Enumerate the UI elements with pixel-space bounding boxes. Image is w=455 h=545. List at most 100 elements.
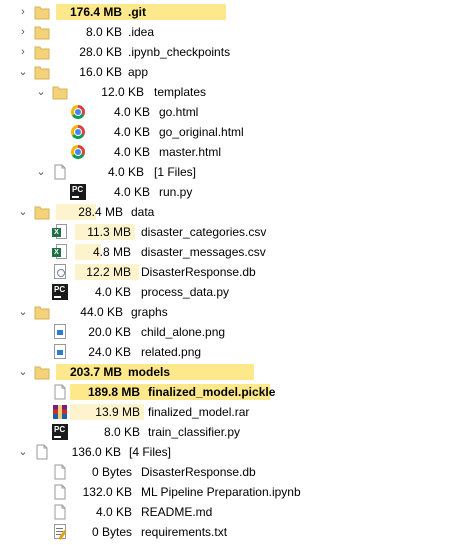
item-name: related.png: [141, 345, 202, 359]
item-name: app: [128, 65, 149, 79]
tree-row-idea[interactable]: › 8.0 KB .idea: [0, 22, 455, 42]
chrome-html-icon: [71, 145, 85, 159]
tree-row-run-py[interactable]: PC 4.0 KB run.py: [0, 182, 455, 202]
chevron-right-icon[interactable]: ›: [17, 45, 29, 59]
item-name: finalized_model.pickle: [148, 385, 276, 399]
size-label: 24.0 KB: [88, 345, 131, 359]
size-label: 16.0 KB: [79, 65, 122, 79]
size-label: 44.0 KB: [80, 305, 123, 319]
item-name: go_original.html: [159, 125, 244, 139]
generic-file-icon: [52, 384, 68, 400]
files-group-icon: [52, 164, 68, 180]
chevron-down-icon[interactable]: ⌄: [17, 205, 29, 219]
item-name: DisasterResponse.db: [141, 465, 256, 479]
item-name: process_data.py: [141, 285, 230, 299]
tree-row-requirements-txt[interactable]: 0 Bytes requirements.txt: [0, 522, 455, 542]
tree-row-app[interactable]: ⌄ 16.0 KB app: [0, 62, 455, 82]
generic-file-icon: [52, 484, 68, 500]
generic-file-icon: [52, 464, 68, 480]
folder-icon: [34, 304, 50, 320]
item-name: disaster_messages.csv: [141, 245, 266, 259]
tree-row-go-html[interactable]: 4.0 KB go.html: [0, 102, 455, 122]
tree-row-graphs[interactable]: ⌄ 44.0 KB graphs: [0, 302, 455, 322]
tree-row-git[interactable]: › 176.4 MB .git: [0, 2, 455, 22]
size-label: 8.0 KB: [85, 25, 122, 39]
tree-row-disaster-response-db[interactable]: 12.2 MB DisasterResponse.db: [0, 262, 455, 282]
folder-icon: [34, 44, 50, 60]
tree-row-child-alone-png[interactable]: 20.0 KB child_alone.png: [0, 322, 455, 342]
tree-row-templates[interactable]: ⌄ 12.0 KB templates: [0, 82, 455, 102]
pycharm-icon: PC: [70, 184, 86, 200]
size-label: 8.0 KB: [103, 425, 140, 439]
size-label: 12.2 MB: [86, 265, 131, 279]
tree-row-data[interactable]: ⌄ 28.4 MB data: [0, 202, 455, 222]
chevron-down-icon[interactable]: ⌄: [35, 85, 47, 99]
folder-icon: [34, 4, 50, 20]
chrome-html-icon: [71, 125, 85, 139]
chevron-down-icon[interactable]: ⌄: [17, 445, 29, 459]
chrome-html-icon: [71, 105, 85, 119]
tree-row-ml-pipeline-notebook[interactable]: 132.0 KB ML Pipeline Preparation.ipynb: [0, 482, 455, 502]
item-name: graphs: [131, 305, 168, 319]
excel-csv-icon: X: [52, 224, 68, 240]
chevron-down-icon[interactable]: ⌄: [17, 365, 29, 379]
chevron-right-icon[interactable]: ›: [17, 25, 29, 39]
size-label: 4.0 KB: [95, 505, 132, 519]
item-name: [1 Files]: [154, 165, 197, 179]
tree-row-models[interactable]: ⌄ 203.7 MB models: [0, 362, 455, 382]
size-label: 11.3 MB: [87, 225, 131, 239]
tree-row-finalized-model-rar[interactable]: 13.9 MB finalized_model.rar: [0, 402, 455, 422]
tree-row-readme[interactable]: 4.0 KB README.md: [0, 502, 455, 522]
tree-row-files-group[interactable]: ⌄ 4.0 KB [1 Files]: [0, 162, 455, 182]
chevron-down-icon[interactable]: ⌄: [17, 65, 29, 79]
tree-row-disaster-messages[interactable]: X 4.8 MB disaster_messages.csv: [0, 242, 455, 262]
chevron-down-icon[interactable]: ⌄: [35, 165, 47, 179]
tree-row-disaster-categories[interactable]: X 11.3 MB disaster_categories.csv: [0, 222, 455, 242]
size-label: 4.0 KB: [113, 105, 150, 119]
size-label: 4.0 KB: [113, 185, 150, 199]
size-label: 20.0 KB: [88, 325, 131, 339]
size-label: 28.4 MB: [78, 205, 123, 219]
size-label: 0 Bytes: [91, 525, 132, 539]
chevron-right-icon[interactable]: ›: [17, 5, 29, 19]
tree-row-master-html[interactable]: 4.0 KB master.html: [0, 142, 455, 162]
item-name: .git: [128, 5, 146, 19]
item-name: train_classifier.py: [148, 425, 241, 439]
item-name: [4 Files]: [129, 445, 172, 459]
size-label: 0 Bytes: [91, 465, 132, 479]
pycharm-icon: PC: [52, 424, 68, 440]
tree-row-go-original-html[interactable]: 4.0 KB go_original.html: [0, 122, 455, 142]
tree-row-disaster-response-db-root[interactable]: 0 Bytes DisasterResponse.db: [0, 462, 455, 482]
size-label: 13.9 MB: [95, 405, 140, 419]
chevron-down-icon[interactable]: ⌄: [17, 305, 29, 319]
tree-row-finalized-model-pickle[interactable]: 189.8 MB finalized_model.pickle: [0, 382, 455, 402]
text-file-icon: [52, 524, 68, 540]
size-label: 12.0 KB: [101, 85, 144, 99]
tree-row-ipynb-checkpoints[interactable]: › 28.0 KB .ipynb_checkpoints: [0, 42, 455, 62]
size-label: 203.7 MB: [69, 365, 122, 379]
database-file-icon: [52, 264, 68, 280]
folder-icon: [34, 364, 50, 380]
size-label: 4.0 KB: [113, 145, 150, 159]
item-name: .idea: [128, 25, 155, 39]
size-label: 176.4 MB: [69, 5, 122, 19]
png-image-icon: [52, 344, 68, 360]
folder-icon: [34, 24, 50, 40]
tree-row-train-classifier-py[interactable]: PC 8.0 KB train_classifier.py: [0, 422, 455, 442]
generic-file-icon: [52, 504, 68, 520]
pycharm-icon: PC: [52, 284, 68, 300]
size-label: 132.0 KB: [82, 485, 132, 499]
size-label: 4.0 KB: [113, 125, 150, 139]
excel-csv-icon: X: [52, 244, 68, 260]
size-label: 4.0 KB: [94, 285, 131, 299]
item-name: ML Pipeline Preparation.ipynb: [141, 485, 301, 499]
item-name: finalized_model.rar: [148, 405, 250, 419]
tree-row-files-group-root[interactable]: ⌄ 136.0 KB [4 Files]: [0, 442, 455, 462]
size-label: 4.0 KB: [107, 165, 144, 179]
item-name: models: [128, 365, 171, 379]
item-name: go.html: [159, 105, 199, 119]
png-image-icon: [52, 324, 68, 340]
tree-row-related-png[interactable]: 24.0 KB related.png: [0, 342, 455, 362]
tree-row-process-data-py[interactable]: PC 4.0 KB process_data.py: [0, 282, 455, 302]
item-name: templates: [154, 85, 207, 99]
